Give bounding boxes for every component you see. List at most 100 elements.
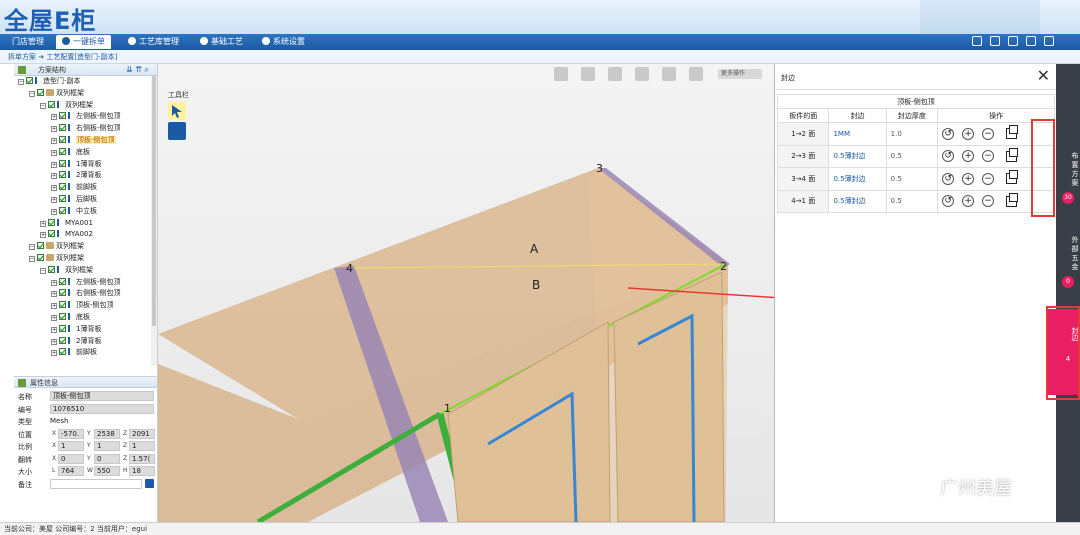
tree-item[interactable]: − 双列框架 (14, 265, 157, 277)
checkbox[interactable] (48, 218, 55, 226)
3d-viewport[interactable]: 更多操作 工具栏 3 2 4 1 A B (158, 64, 774, 522)
checkbox[interactable] (59, 312, 66, 320)
add-icon[interactable]: + (962, 195, 975, 208)
remove-icon[interactable]: − (982, 172, 995, 185)
remove-icon[interactable]: − (982, 195, 995, 208)
close-icon[interactable]: ✕ (1037, 68, 1050, 84)
remove-icon[interactable]: − (982, 127, 995, 140)
checkbox[interactable] (59, 124, 66, 132)
rotation-y-field[interactable]: 0 (94, 453, 120, 464)
edge-cell[interactable]: 0.5薄封边 (828, 167, 887, 191)
expand-toggle-icon[interactable]: + (51, 350, 57, 357)
note-field[interactable] (50, 478, 142, 489)
copy-icon[interactable] (1006, 170, 1019, 185)
expand-toggle-icon[interactable]: + (51, 185, 57, 192)
expand-toggle-icon[interactable]: − (29, 255, 35, 262)
tree-item[interactable]: − 造型门-副本 (14, 76, 157, 88)
expand-toggle-icon[interactable]: + (51, 291, 57, 298)
position-z-field[interactable]: 2091 (129, 428, 155, 439)
checkbox[interactable] (59, 301, 66, 309)
nav-tab-settings[interactable]: 系统设置 (256, 35, 311, 49)
nav-tab-basic-process[interactable]: 基础工艺 (194, 35, 249, 49)
tree-item[interactable]: + 底板 (14, 312, 157, 324)
expand-toggle-icon[interactable]: + (51, 161, 57, 168)
expand-toggle-icon[interactable]: + (51, 114, 57, 121)
checkbox[interactable] (59, 324, 66, 332)
tree-item[interactable]: + 底板 (14, 147, 157, 159)
expand-toggle-icon[interactable]: + (51, 137, 57, 144)
checkbox[interactable] (59, 277, 66, 285)
tree-tools[interactable]: ⇊ ⇈ ⌕ (126, 64, 149, 76)
tree-item[interactable]: + MYA002 (14, 229, 157, 241)
tree-item[interactable]: + 左侧板-侧包顶 (14, 111, 157, 123)
code-field[interactable]: 1076510 (50, 403, 154, 414)
gear-icon[interactable] (1026, 36, 1036, 46)
calendar-icon[interactable] (990, 36, 1000, 46)
add-icon[interactable]: + (962, 127, 975, 140)
save-icon[interactable] (145, 478, 154, 488)
logout-icon[interactable] (1044, 36, 1054, 46)
checkbox[interactable] (59, 183, 66, 191)
tree-item[interactable]: +1薄背板 (14, 159, 157, 171)
tree-item[interactable]: + 顶板-侧包顶 (14, 135, 157, 147)
copy-icon[interactable] (1006, 125, 1019, 140)
checkbox[interactable] (26, 77, 33, 84)
checkbox[interactable] (37, 253, 44, 261)
checkbox[interactable] (48, 265, 55, 273)
checkbox[interactable] (48, 230, 55, 238)
cabinet-model[interactable] (158, 64, 774, 522)
tree-item[interactable]: + 右侧板-侧包顶 (14, 288, 157, 300)
expand-toggle-icon[interactable]: − (40, 267, 46, 274)
checkbox[interactable] (48, 100, 55, 108)
nav-tab-split-order[interactable]: 一键拆单 (56, 35, 111, 49)
checkbox[interactable] (37, 242, 44, 250)
expand-toggle-icon[interactable]: + (51, 303, 57, 310)
expand-toggle-icon[interactable]: + (51, 149, 57, 156)
tree-item[interactable]: +2薄背板 (14, 336, 157, 348)
history-icon[interactable]: ↺ (942, 127, 955, 140)
checkbox[interactable] (37, 88, 44, 96)
name-field[interactable]: 顶板-侧包顶 (50, 391, 154, 401)
tree-item[interactable]: + 右侧板-侧包顶 (14, 123, 157, 135)
expand-toggle-icon[interactable]: − (29, 90, 35, 97)
tree-item[interactable]: − 双列框架 (14, 241, 157, 253)
rotation-z-field[interactable]: 1.57( (129, 453, 155, 464)
expand-toggle-icon[interactable]: − (18, 79, 24, 85)
user-icon[interactable] (1008, 36, 1018, 46)
tree-item[interactable]: + 顶板-侧包顶 (14, 300, 157, 312)
checkbox[interactable] (59, 171, 66, 179)
scale-z-field[interactable]: 1 (129, 441, 155, 451)
expand-toggle-icon[interactable]: − (29, 244, 35, 251)
tree-item[interactable]: + 前脚板 (14, 347, 157, 359)
tree-item[interactable]: − 双列框架 (14, 88, 157, 100)
checkbox[interactable] (59, 348, 66, 356)
size-l-field[interactable]: 764 (58, 466, 84, 476)
home-icon[interactable] (972, 36, 982, 46)
copy-icon[interactable] (1006, 192, 1019, 207)
nav-tab-process-library[interactable]: 工艺库管理 (122, 35, 185, 49)
scale-y-field[interactable]: 1 (94, 441, 120, 451)
tab-external-hardware[interactable]: 外部五金 (1056, 234, 1080, 274)
tree-item[interactable]: − 双列框架 (14, 253, 157, 265)
position-x-field[interactable]: -570. (58, 428, 84, 439)
expand-toggle-icon[interactable]: + (51, 196, 57, 203)
checkbox[interactable] (59, 336, 66, 344)
copy-icon[interactable] (1006, 147, 1019, 162)
edge-cell[interactable]: 1MM (828, 122, 887, 146)
expand-toggle-icon[interactable]: + (51, 279, 57, 286)
nav-tab-store[interactable]: 门店管理 (6, 35, 50, 49)
remove-icon[interactable]: − (982, 150, 995, 163)
tree-item[interactable]: − 双列框架 (14, 100, 157, 112)
size-h-field[interactable]: 18 (129, 466, 155, 476)
breadcrumb[interactable]: 拆单方案 ➔ 工艺配置[造型门-副本] (0, 50, 1080, 64)
tree-item[interactable]: + 后脚板 (14, 194, 157, 206)
expand-toggle-icon[interactable]: + (40, 232, 46, 239)
add-icon[interactable]: + (962, 172, 975, 185)
tree-item[interactable]: + MYA001 (14, 218, 157, 230)
scale-x-field[interactable]: 1 (58, 441, 84, 451)
tree-item[interactable]: + 左侧板-侧包顶 (14, 277, 157, 289)
history-icon[interactable]: ↺ (942, 172, 955, 185)
edge-cell[interactable]: 0.5薄封边 (828, 189, 887, 213)
tree-item[interactable]: +2薄背板 (14, 170, 157, 182)
tree-item[interactable]: +1薄背板 (14, 324, 157, 336)
